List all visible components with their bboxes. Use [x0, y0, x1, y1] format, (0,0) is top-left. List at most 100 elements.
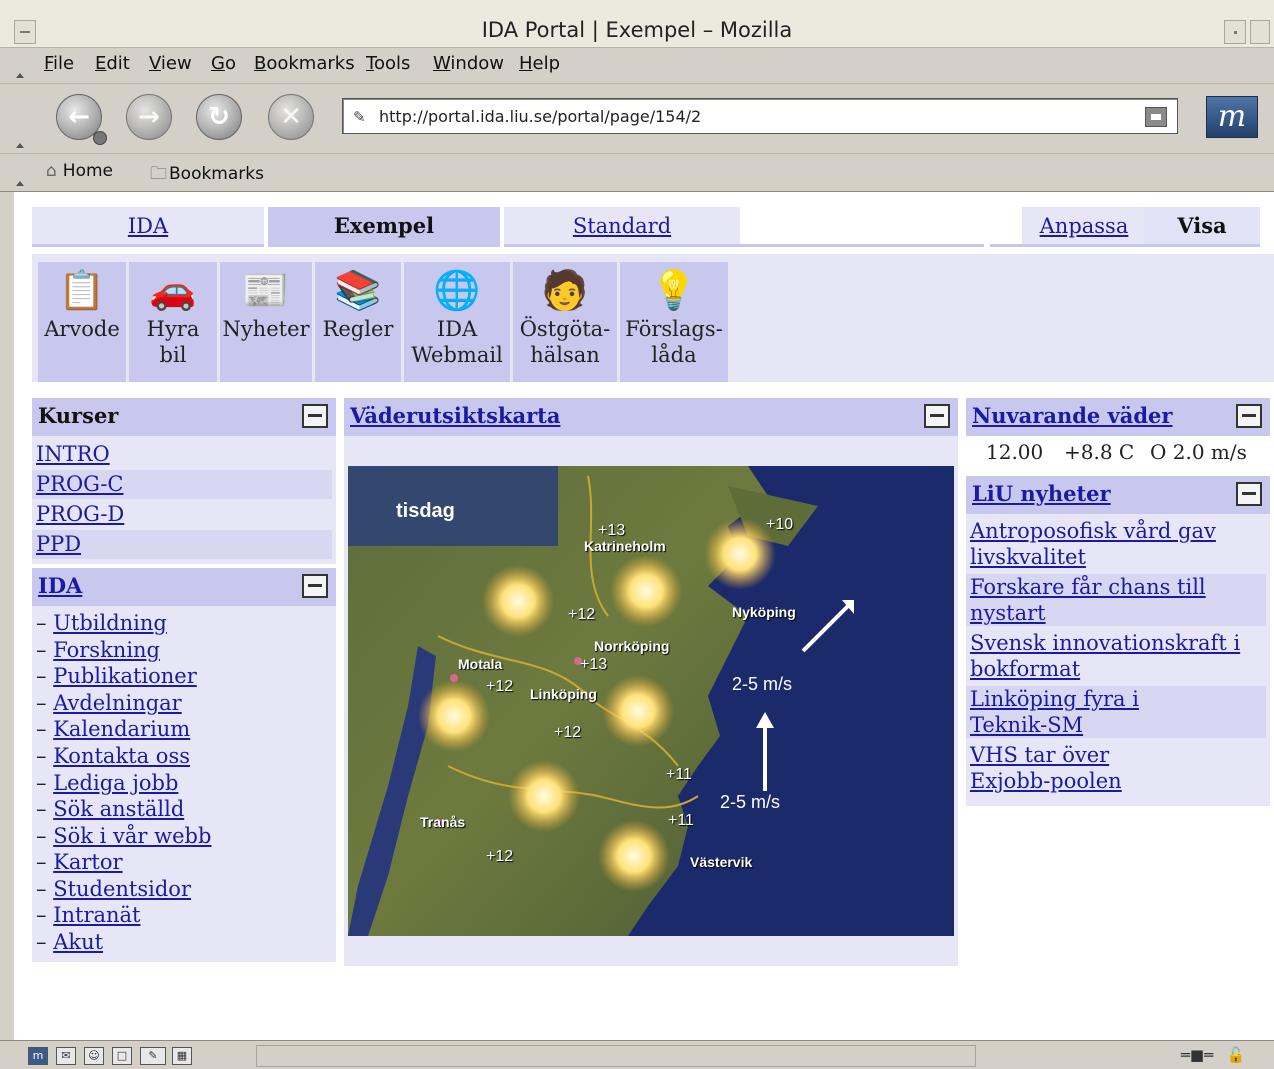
liu-news-minimize-icon[interactable] — [1236, 482, 1262, 506]
tab-anpassa-link[interactable]: Anpassa — [1040, 214, 1129, 238]
kurser-link-intro-text[interactable]: INTRO — [36, 442, 110, 466]
tab-visa[interactable]: Visa — [1144, 207, 1260, 247]
ida-link-lediga-jobb-text[interactable]: Lediga jobb — [53, 771, 178, 795]
liu-news-item-2-line2[interactable]: nystart — [970, 601, 1046, 625]
liu-news-item[interactable]: Svensk innovationskraft i bokformat — [966, 630, 1266, 682]
tab-ida[interactable]: IDA — [32, 207, 264, 247]
stop-button[interactable]: ✕ — [268, 94, 314, 140]
current-weather-panel-title[interactable]: Nuvarande väder — [972, 403, 1172, 428]
tab-exempel[interactable]: Exempel — [268, 207, 500, 247]
ida-link-studentsidor[interactable]: – Studentsidor — [32, 876, 191, 903]
ida-link-kalendarium-text[interactable]: Kalendarium — [53, 717, 190, 741]
ida-link-avdelningar[interactable]: – Avdelningar — [32, 690, 182, 717]
liu-news-item-5-line2[interactable]: Exjobb-poolen — [970, 769, 1122, 793]
window-maximize-button[interactable] — [1224, 20, 1246, 44]
ida-link-akut-text[interactable]: Akut — [53, 930, 103, 954]
ida-link-forskning[interactable]: – Forskning — [32, 637, 160, 664]
kurser-link-intro[interactable]: INTRO — [32, 440, 332, 469]
ida-link-sok-anstalld[interactable]: – Sök anställd — [32, 796, 184, 823]
app-ida-webmail[interactable]: 🌐 IDA Webmail — [404, 262, 510, 382]
navigator-component-icon[interactable]: m — [28, 1047, 48, 1065]
ida-link-avdelningar-text[interactable]: Avdelningar — [53, 691, 182, 715]
mozilla-throbber-logo[interactable]: m — [1206, 96, 1258, 138]
menu-file[interactable]: File — [44, 53, 74, 74]
menu-go[interactable]: Go — [211, 53, 236, 74]
url-input[interactable] — [377, 104, 1137, 128]
ida-link-kalendarium[interactable]: – Kalendarium — [32, 716, 190, 743]
weather-map-panel-title[interactable]: Väderutsiktskarta — [350, 403, 560, 428]
menu-edit[interactable]: Edit — [95, 53, 130, 74]
liu-news-item-1-line2[interactable]: livskvalitet — [970, 545, 1086, 569]
liu-news-item-4-line2[interactable]: Teknik-SM — [970, 713, 1083, 737]
current-weather-minimize-icon[interactable] — [1236, 404, 1262, 428]
forward-button[interactable]: → — [126, 94, 172, 140]
liu-news-panel-title[interactable]: LiU nyheter — [972, 481, 1111, 506]
liu-news-item-3-line1[interactable]: Svensk innovationskraft i — [970, 631, 1240, 655]
back-history-dropdown-icon[interactable] — [93, 131, 107, 145]
composer-component-icon[interactable]: □ — [112, 1047, 132, 1065]
app-regler[interactable]: 📚 Regler — [315, 262, 401, 382]
online-status-icon[interactable]: ═■═ — [1180, 1047, 1214, 1065]
liu-news-item-3-line2[interactable]: bokformat — [970, 657, 1080, 681]
kurser-link-prog-d-text[interactable]: PROG-D — [36, 502, 124, 526]
ida-link-sok-i-var-webb[interactable]: – Sök i vår webb — [32, 823, 211, 850]
liu-news-item-2-line1[interactable]: Forskare får chans till — [970, 575, 1206, 599]
ida-link-kontakta-oss[interactable]: – Kontakta oss — [32, 743, 190, 770]
menu-help[interactable]: Help — [519, 53, 560, 74]
back-button[interactable]: ← — [56, 94, 107, 145]
ida-link-kontakta-oss-text[interactable]: Kontakta oss — [53, 744, 190, 768]
app-nyheter[interactable]: 📰 Nyheter — [220, 262, 312, 382]
ida-link-utbildning[interactable]: – Utbildning — [32, 610, 167, 637]
weather-map-image[interactable]: tisdag Katrineholm Nyköping Norrköping M… — [348, 466, 954, 936]
app-forslagslada[interactable]: 💡 Förslags- låda — [620, 262, 728, 382]
app-arvode[interactable]: 📋 Arvode — [38, 262, 126, 382]
ida-link-kartor-text[interactable]: Kartor — [53, 850, 122, 874]
security-lock-icon[interactable]: 🔓 — [1226, 1047, 1246, 1065]
ida-link-sok-anstalld-text[interactable]: Sök anställd — [53, 797, 184, 821]
kurser-minimize-icon[interactable] — [302, 404, 328, 428]
home-button[interactable]: ⌂ Home — [46, 161, 113, 181]
ida-link-forskning-text[interactable]: Forskning — [53, 638, 160, 662]
menu-tools[interactable]: Tools — [366, 53, 410, 74]
menu-bookmarks[interactable]: Bookmarks — [254, 53, 355, 74]
app-ostgotahalsan[interactable]: 🧑 Östgöta- hälsan — [513, 262, 617, 382]
ida-link-intranat-text[interactable]: Intranät — [53, 903, 140, 927]
ida-link-intranat[interactable]: – Intranät — [32, 902, 141, 929]
tab-standard-link[interactable]: Standard — [573, 214, 671, 238]
ida-panel-title[interactable]: IDA — [38, 573, 82, 598]
menubar-grip[interactable] — [14, 48, 28, 84]
liu-news-item[interactable]: VHS tar över Exjobb-poolen — [966, 742, 1266, 794]
reload-button[interactable]: ↻ — [196, 94, 242, 140]
mail-component-icon[interactable]: ✉ — [56, 1047, 76, 1065]
bookmarks-button[interactable]: 🗀 Bookmarks — [150, 161, 264, 190]
ida-link-kartor[interactable]: – Kartor — [32, 849, 123, 876]
url-bar[interactable]: ✎ — [342, 98, 1178, 134]
ida-link-utbildning-text[interactable]: Utbildning — [53, 611, 167, 635]
kurser-link-prog-c-text[interactable]: PROG-C — [36, 472, 124, 496]
ida-link-lediga-jobb[interactable]: – Lediga jobb — [32, 770, 178, 797]
tab-standard[interactable]: Standard — [504, 207, 740, 247]
personalbar-grip[interactable] — [14, 154, 28, 192]
ida-link-studentsidor-text[interactable]: Studentsidor — [53, 877, 191, 901]
weather-map-minimize-icon[interactable] — [924, 404, 950, 428]
liu-news-item[interactable]: Linköping fyra i Teknik-SM — [966, 686, 1266, 738]
kurser-link-ppd[interactable]: PPD — [32, 530, 332, 559]
chat-component-icon[interactable]: ☺ — [84, 1047, 104, 1065]
ida-link-publikationer[interactable]: – Publikationer — [32, 663, 197, 690]
liu-news-item[interactable]: Forskare får chans till nystart — [966, 574, 1266, 626]
calendar-component-icon[interactable]: ▦ — [172, 1047, 192, 1065]
address-book-component-icon[interactable]: ✎ — [140, 1047, 166, 1065]
tab-anpassa[interactable]: Anpassa — [1022, 207, 1146, 247]
kurser-link-prog-c[interactable]: PROG-C — [32, 470, 332, 499]
url-history-dropdown-icon[interactable] — [1145, 107, 1167, 127]
page-proxy-icon[interactable]: ✎ — [353, 108, 366, 126]
ida-minimize-icon[interactable] — [302, 574, 328, 598]
ida-link-akut[interactable]: – Akut — [32, 929, 103, 956]
liu-news-item[interactable]: Antroposofisk vård gav livskvalitet — [966, 518, 1266, 570]
ida-link-sok-i-var-webb-text[interactable]: Sök i vår webb — [53, 824, 211, 848]
app-hyra-bil[interactable]: 🚗 Hyra bil — [129, 262, 217, 382]
window-close-button[interactable] — [1250, 20, 1270, 44]
tab-ida-link[interactable]: IDA — [128, 214, 168, 238]
ida-link-publikationer-text[interactable]: Publikationer — [53, 664, 197, 688]
liu-news-item-5-line1[interactable]: VHS tar över — [970, 743, 1109, 767]
